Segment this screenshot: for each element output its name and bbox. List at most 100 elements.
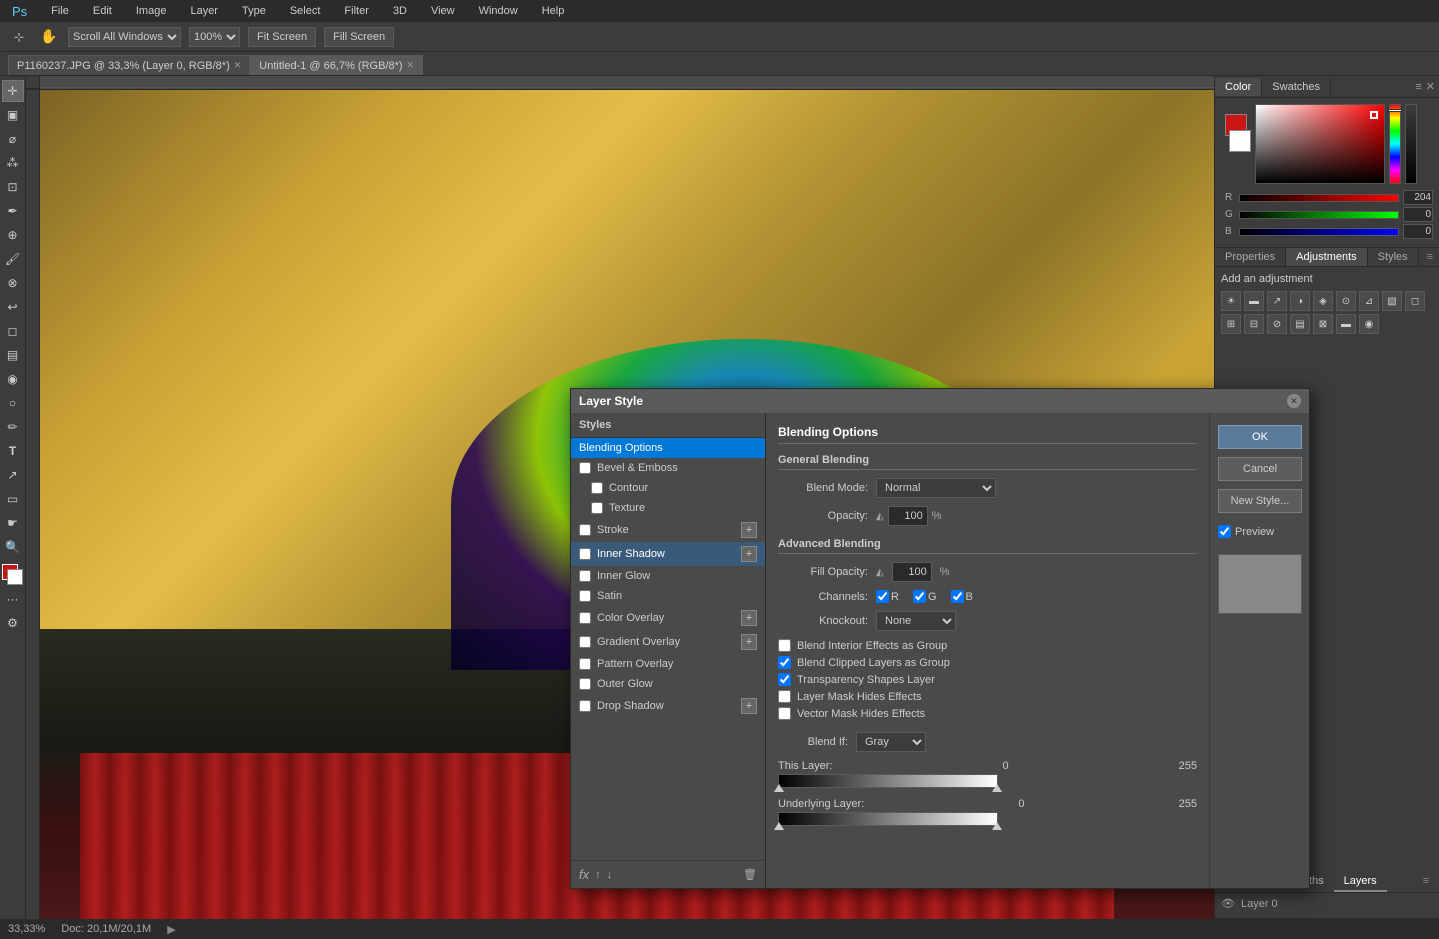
g-slider[interactable] [1239,211,1399,219]
blend-if-select[interactable]: Gray Red Green Blue [856,732,926,752]
knockout-select[interactable]: None Shallow Deep [876,611,956,631]
underlying-layer-slider[interactable] [778,812,998,826]
blend-interior-checkbox[interactable] [778,639,791,652]
props-menu-icon[interactable]: ≡ [1421,248,1439,266]
move-down-icon[interactable]: ↓ [607,869,613,881]
channel-b-checkbox[interactable] [951,590,964,603]
channel-b-label[interactable]: B [951,590,973,603]
pattern-overlay-checkbox[interactable] [579,658,591,670]
fill-opacity-input[interactable] [892,562,932,582]
bw-btn[interactable]: ▧ [1382,291,1402,311]
layers-menu-icon[interactable]: ≡ [1417,872,1435,892]
channel-g-label[interactable]: G [913,590,937,603]
cancel-button[interactable]: Cancel [1218,457,1302,481]
gradient-map-btn[interactable]: ▬ [1336,314,1356,334]
path-select-tool[interactable]: ↗ [2,464,24,486]
r-input[interactable] [1403,190,1433,205]
blend-interior-label[interactable]: Blend Interior Effects as Group [778,639,1197,652]
this-layer-handle-left[interactable] [774,784,784,792]
blur-tool[interactable]: ◉ [2,368,24,390]
style-item-pattern-overlay[interactable]: Pattern Overlay [571,654,765,674]
layer-mask-hides-label[interactable]: Layer Mask Hides Effects [778,690,1197,703]
color-balance-btn[interactable]: ⊿ [1359,291,1379,311]
zoom-level-select[interactable]: 100% [189,27,240,47]
eraser-tool[interactable]: ◻ [2,320,24,342]
layer-visibility[interactable]: 👁 [1221,897,1235,910]
drop-shadow-add-btn[interactable]: + [741,698,757,714]
g-input[interactable] [1403,207,1433,222]
channel-r-checkbox[interactable] [876,590,889,603]
texture-checkbox[interactable] [591,502,603,514]
status-arrow[interactable]: ▶ [167,923,175,936]
preview-checkbox[interactable] [1218,525,1231,538]
style-item-gradient-overlay[interactable]: Gradient Overlay + [571,630,765,654]
blend-clipped-label[interactable]: Blend Clipped Layers as Group [778,656,1197,669]
dialog-close-button[interactable]: ✕ [1287,394,1301,408]
inner-shadow-checkbox[interactable] [579,548,591,560]
tab-close-2[interactable]: ✕ [407,60,415,71]
tab-close-1[interactable]: ✕ [234,60,242,71]
ok-button[interactable]: OK [1218,425,1302,449]
menu-filter[interactable]: Filter [340,3,372,19]
selective-color-btn[interactable]: ◉ [1359,314,1379,334]
transparency-shapes-label[interactable]: Transparency Shapes Layer [778,673,1197,686]
menu-window[interactable]: Window [475,3,522,19]
channel-r-label[interactable]: R [876,590,899,603]
move-up-icon[interactable]: ↑ [595,869,601,881]
channel-mixer-btn[interactable]: ⊞ [1221,314,1241,334]
vibrance-btn[interactable]: ◈ [1313,291,1333,311]
style-item-outer-glow[interactable]: Outer Glow [571,674,765,694]
tab-color[interactable]: Color [1215,78,1262,96]
edit-toolbar-btn[interactable]: ⚙ [2,612,24,634]
panel-collapse-icon[interactable]: ✕ [1426,80,1435,93]
hand-tool[interactable]: ☛ [2,512,24,534]
posterize-btn[interactable]: ▤ [1290,314,1310,334]
style-item-contour[interactable]: Contour [571,478,765,498]
style-item-color-overlay[interactable]: Color Overlay + [571,606,765,630]
new-style-button[interactable]: New Style... [1218,489,1302,513]
exposure-btn[interactable]: ◑ [1290,291,1310,311]
invert-btn[interactable]: ⊘ [1267,314,1287,334]
b-input[interactable] [1403,224,1433,239]
style-item-stroke[interactable]: Stroke + [571,518,765,542]
menu-type[interactable]: Type [238,3,270,19]
menu-3d[interactable]: 3D [389,3,411,19]
fill-opacity-scrubber[interactable]: ◭ [876,567,884,578]
color-alpha-slider[interactable] [1405,104,1417,184]
menu-layer[interactable]: Layer [186,3,222,19]
brightness-contrast-btn[interactable]: ☀ [1221,291,1241,311]
tab-swatches[interactable]: Swatches [1262,78,1331,96]
style-item-drop-shadow[interactable]: Drop Shadow + [571,694,765,718]
gradient-overlay-checkbox[interactable] [579,636,591,648]
transparency-shapes-checkbox[interactable] [778,673,791,686]
underlying-layer-handle-left[interactable] [774,822,784,830]
photo-filter-btn[interactable]: ◻ [1405,291,1425,311]
menu-image[interactable]: Image [132,3,171,19]
menu-select[interactable]: Select [286,3,325,19]
layer-mask-hides-checkbox[interactable] [778,690,791,703]
style-item-inner-shadow[interactable]: Inner Shadow + [571,542,765,566]
text-tool[interactable]: T [2,440,24,462]
this-layer-handle-right[interactable] [992,784,1002,792]
drop-shadow-checkbox[interactable] [579,700,591,712]
move-tool[interactable]: ✛ [2,80,24,102]
history-brush-tool[interactable]: ↩ [2,296,24,318]
fill-screen-button[interactable]: Fill Screen [324,27,394,47]
threshold-btn[interactable]: ⊠ [1313,314,1333,334]
style-item-inner-glow[interactable]: Inner Glow [571,566,765,586]
color-overlay-add-btn[interactable]: + [741,610,757,626]
stroke-checkbox[interactable] [579,524,591,536]
heal-tool[interactable]: ⊕ [2,224,24,246]
quick-select-tool[interactable]: ⁂ [2,152,24,174]
dodge-tool[interactable]: ○ [2,392,24,414]
tab-layers[interactable]: Layers [1334,872,1387,892]
color-overlay-checkbox[interactable] [579,612,591,624]
stroke-add-btn[interactable]: + [741,522,757,538]
hand-tool-icon[interactable]: ✋ [38,26,60,48]
tab-file2[interactable]: Untitled-1 @ 66,7% (RGB/8*) ✕ [250,55,423,75]
inner-shadow-add-btn[interactable]: + [741,546,757,562]
move-tool-icon[interactable]: ⊹ [8,26,30,48]
shape-tool[interactable]: ▭ [2,488,24,510]
panel-menu-icon[interactable]: ≡ [1415,81,1421,93]
tab-adjustments[interactable]: Adjustments [1286,248,1368,266]
